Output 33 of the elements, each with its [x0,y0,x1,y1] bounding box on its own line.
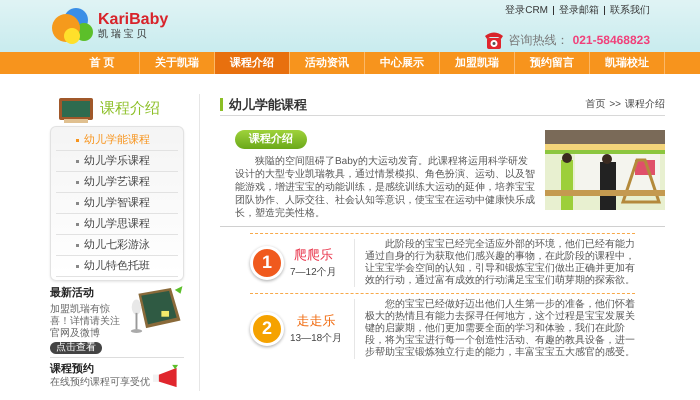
booking-title: 课程预约 [50,362,95,376]
sidebar-item[interactable]: 幼儿学艺课程 [56,172,178,193]
page-title: 幼儿学能课程 [229,96,307,114]
sidebar-item[interactable]: 幼儿学乐课程 [56,151,178,172]
sidebar-item[interactable]: 幼儿七彩游泳 [56,235,178,256]
breadcrumb-link[interactable]: 首页 [585,97,606,112]
sidebar-item[interactable]: 幼儿特色托班 [56,256,178,277]
hotline-label: 咨询热线： [508,32,569,49]
top-link[interactable]: 联系我们 [610,3,650,18]
stage-age: 7—12个月 [290,266,337,280]
stage-name: 走走乐 [296,312,336,330]
logo-icon [50,6,94,46]
stage-description: 您的宝宝已经做好迈出他们人生第一步的准备，他们怀着极大的热情且有能力去探寻任何地方，这个过程是宝宝发展关键的启蒙期，他们更加需要全面的学习和体验，我们在此阶段，将为宝宝进行每一个创造性活动、有趣的教具设备，进一步帮助宝宝锻炼独立行走的能力，丰富宝宝五大感官的感受。 [364,298,635,358]
breadcrumb-link[interactable]: 课程介绍 [625,97,665,112]
news-title: 最新活动 [50,286,95,301]
sidebar-item[interactable]: 幼儿学思课程 [56,214,178,235]
booking-text: 在线预约课程可享受优 [50,377,150,389]
section-tag: 课程介绍 [235,130,307,148]
sidebar-title: 课程介绍 [100,98,160,119]
news-text: 加盟凯瑞有惊喜！详情请关注官网及微博 [50,304,121,340]
phone-icon [482,30,505,50]
intro-paragraph: 狭隘的空间阻碍了Baby的大运动发育。此课程将运用科学研发设计的大型专业凯瑞教具，通过情景模拟、角色扮演、运动、以及智能游戏，增进宝宝的动能训练，是感统训练大运动的延伸，培养宝宝团队协作、人际交往、社会认知等意识，使宝宝在运动中健康快乐成长，塑造完美性格。 [235,154,535,220]
top-link[interactable]: 登录邮箱 [559,3,599,18]
breadcrumb-separator: >> [609,98,621,112]
stage-age: 13—18个月 [290,332,342,346]
stage-description: 此阶段的宝宝已经完全适应外部的环境，他们已经有能力通过自身的行为获取他们感兴趣的事物，在此阶段的课程中，让宝宝学会空间的认知，引导和锻炼宝宝们做出正确并更加有效的行动，通过富有成效的行动满足宝宝们萌芽期的探索欲。 [364,238,635,286]
view-button[interactable]: 点击查看 [50,342,102,354]
sidebar-item[interactable]: 幼儿学智课程 [56,193,178,214]
hotline-number: 021-58468823 [572,32,650,49]
brand-subtitle: 凯 瑞 宝 贝 [98,29,148,41]
stage-name: 爬爬乐 [294,246,333,264]
top-link[interactable]: 登录CRM [505,3,548,18]
brand-name: KariBaby [98,11,168,28]
